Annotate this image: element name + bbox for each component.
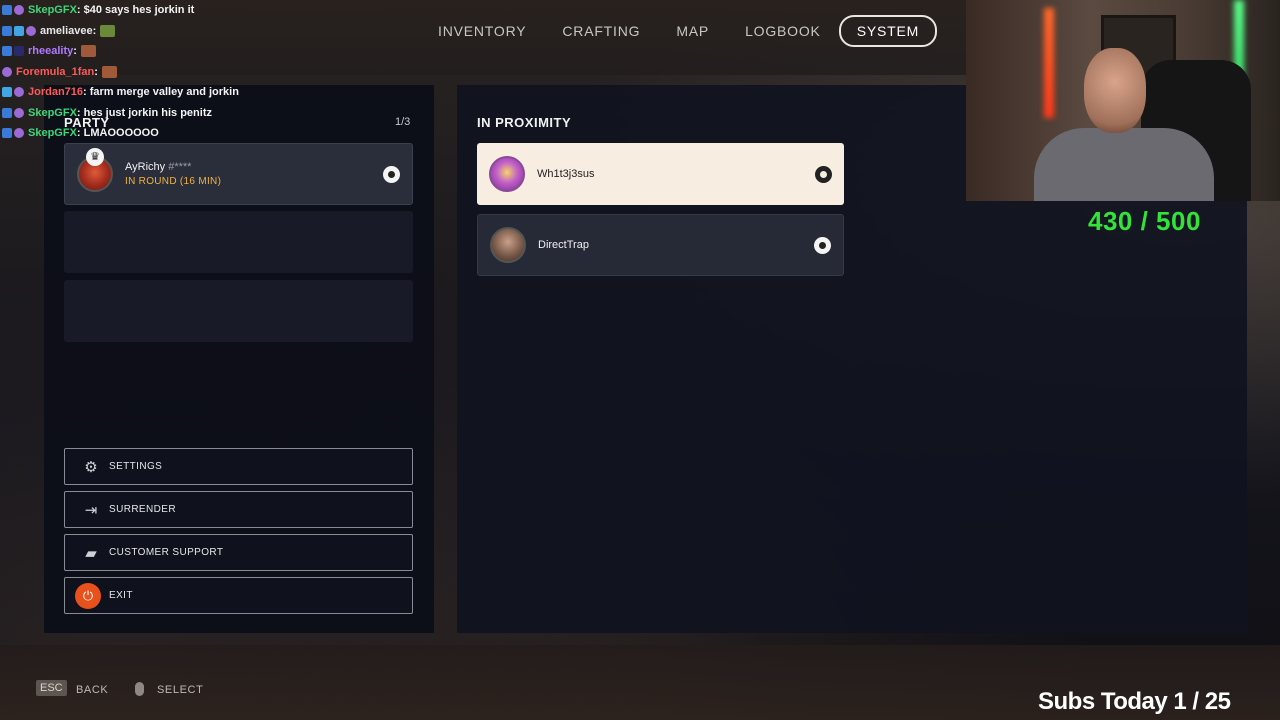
- chat-message: SkepGFX : LMAOOOOOO: [2, 123, 239, 144]
- chat-message: Foremula_1fan :: [2, 62, 239, 83]
- emote-icon: [80, 45, 96, 58]
- chat-bubbles-icon: ▰: [85, 544, 97, 562]
- chat-message: SkepGFX : hes just jorkin his penitz: [2, 103, 239, 124]
- badge-icon: [2, 87, 12, 98]
- exit-label: EXIT: [109, 590, 133, 601]
- streamer-body: [1034, 128, 1214, 201]
- chat-text: : $40 says hes jorkin it: [76, 4, 195, 17]
- mouse-icon: [135, 682, 144, 696]
- proximity-player-card[interactable]: DirectTrap: [477, 214, 844, 276]
- chat-username: Foremula_1fan: [16, 65, 95, 78]
- steam-icon: [814, 236, 831, 254]
- power-icon: ⏻: [75, 582, 101, 609]
- empty-party-slot[interactable]: [64, 280, 413, 342]
- main-nav: INVENTORY CRAFTING MAP LOGBOOK SYSTEM: [420, 15, 938, 47]
- proximity-title: IN PROXIMITY: [477, 115, 572, 130]
- tab-system[interactable]: SYSTEM: [838, 15, 938, 47]
- party-member-card[interactable]: ♛ AyRichy #**** IN ROUND (16 MIN): [64, 143, 413, 205]
- badge-icon: [14, 25, 24, 36]
- chat-message: rheeality :: [2, 41, 239, 62]
- webcam-feed: [966, 0, 1280, 201]
- badge-icon: [26, 25, 36, 36]
- player-name: Wh1t3j3sus: [537, 168, 595, 180]
- tab-logbook[interactable]: LOGBOOK: [727, 15, 839, 47]
- proximity-player-card[interactable]: Wh1t3j3sus: [477, 143, 844, 205]
- avatar: [490, 227, 526, 263]
- back-hint[interactable]: BACK: [76, 684, 108, 696]
- streamer-head: [1084, 48, 1146, 133]
- badge-icon: [14, 46, 24, 57]
- chat-text: : hes just jorkin his penitz: [76, 106, 212, 119]
- player-name: DirectTrap: [538, 239, 589, 251]
- emote-icon: [100, 24, 116, 37]
- member-name: AyRichy: [125, 161, 166, 173]
- crown-icon: ♛: [86, 148, 104, 166]
- party-count: 1/3: [395, 116, 411, 128]
- member-tag: #****: [168, 161, 192, 173]
- gear-icon: ⚙: [84, 458, 98, 476]
- chat-username: SkepGFX: [28, 106, 77, 119]
- chat-text: : farm merge valley and jorkin: [83, 86, 239, 99]
- badge-icon: [14, 107, 24, 118]
- chat-message: SkepGFX : $40 says hes jorkin it: [2, 0, 239, 21]
- chat-username: ameliavee: [40, 24, 93, 37]
- tab-inventory[interactable]: INVENTORY: [420, 15, 544, 47]
- emote-icon: [101, 65, 117, 78]
- surrender-label: SURRENDER: [109, 504, 176, 515]
- exit-door-icon: ⇥: [84, 501, 98, 519]
- chat-text: : LMAOOOOOO: [76, 127, 159, 140]
- chat-text: :: [73, 45, 77, 58]
- chat-message: ameliavee :: [2, 21, 239, 42]
- surrender-button[interactable]: ⇥ SURRENDER: [64, 491, 413, 528]
- badge-icon: [2, 107, 12, 118]
- settings-label: SETTINGS: [109, 461, 163, 472]
- badge-icon: [2, 46, 12, 57]
- customer-support-button[interactable]: ▰ CUSTOMER SUPPORT: [64, 534, 413, 571]
- tab-map[interactable]: MAP: [658, 15, 727, 47]
- badge-icon: [2, 128, 12, 139]
- chat-username: Jordan716: [28, 86, 84, 99]
- chat-username: SkepGFX: [28, 127, 77, 140]
- exit-button[interactable]: ⏻ EXIT: [64, 577, 413, 614]
- chat-username: SkepGFX: [28, 4, 77, 17]
- chat-message: Jordan716 : farm merge valley and jorkin: [2, 82, 239, 103]
- badge-icon: [2, 66, 12, 77]
- steam-icon: [815, 165, 832, 183]
- chat-text: :: [94, 65, 98, 78]
- badge-icon: [14, 128, 24, 139]
- stream-chat: SkepGFX : $40 says hes jorkin it ameliav…: [2, 0, 239, 144]
- subs-today-counter: Subs Today 1 / 25: [1038, 688, 1231, 715]
- avatar: [489, 156, 525, 192]
- member-status: IN ROUND (16 MIN): [125, 176, 222, 187]
- esc-key-icon: ESC: [36, 680, 67, 696]
- empty-party-slot[interactable]: [64, 211, 413, 273]
- settings-button[interactable]: ⚙ SETTINGS: [64, 448, 413, 485]
- badge-icon: [2, 5, 12, 16]
- steam-icon: [383, 165, 400, 183]
- badge-icon: [2, 25, 12, 36]
- select-hint: SELECT: [157, 684, 204, 696]
- tab-crafting[interactable]: CRAFTING: [544, 15, 658, 47]
- badge-icon: [14, 5, 24, 16]
- chat-username: rheeality: [28, 45, 74, 58]
- red-led-light: [1044, 8, 1054, 118]
- customer-support-label: CUSTOMER SUPPORT: [109, 547, 224, 558]
- chat-text: :: [92, 24, 97, 37]
- sub-goal-counter: 430 / 500: [1088, 206, 1201, 236]
- badge-icon: [14, 87, 24, 98]
